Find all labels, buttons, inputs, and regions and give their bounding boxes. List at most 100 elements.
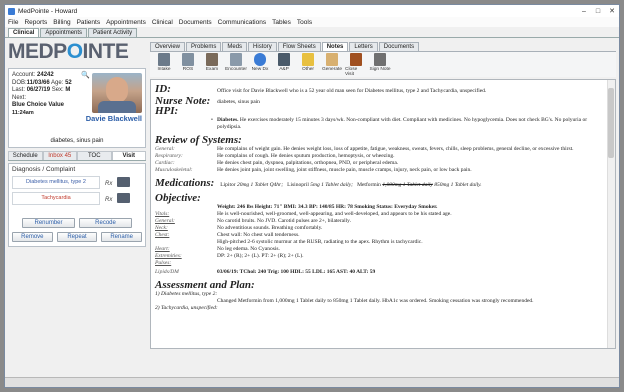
tab-patient-activity[interactable]: Patient Activity <box>88 28 138 37</box>
close-icon[interactable]: ✕ <box>605 7 619 15</box>
intake-button[interactable]: Intake <box>153 53 175 72</box>
remove-button[interactable]: Remove <box>12 232 53 242</box>
tab-appointments[interactable]: Appointments <box>40 28 88 37</box>
menu-tools[interactable]: Tools <box>297 19 312 26</box>
menu-billing[interactable]: Billing <box>53 19 70 26</box>
objective-row: High-pitched 2-6 systolic murmur at the … <box>217 239 423 245</box>
medpointe-logo: MEDPOINTE <box>8 40 129 63</box>
age-value: 52 <box>65 79 72 86</box>
app-icon <box>8 7 15 15</box>
minimize-icon[interactable]: – <box>577 8 591 15</box>
tab-clinical[interactable]: Clinical <box>8 28 40 37</box>
patient-name[interactable]: Davie Blackwell <box>86 115 142 123</box>
tab-inbox[interactable]: Inbox 45 <box>42 151 77 160</box>
objective-heading: Objective: <box>155 192 201 204</box>
appointment-time: 11:24am <box>12 109 34 116</box>
encounter-button[interactable]: Encounter <box>225 53 247 72</box>
ros-button[interactable]: ROS <box>177 53 199 72</box>
new-dx-icon <box>254 53 266 66</box>
patient-card: Account: 24242 🔍 DOB:11/03/66 Age: 52 La… <box>8 68 146 148</box>
ros-row: General: He complains of weight gain. He … <box>155 146 574 152</box>
exam-icon <box>206 53 218 66</box>
menu-reports[interactable]: Reports <box>24 19 47 26</box>
maximize-icon[interactable]: □ <box>591 8 605 15</box>
printer-icon[interactable] <box>117 193 130 203</box>
ros-row: Respiratory: He complains of cough. He de… <box>155 153 395 159</box>
tab-meds[interactable]: Meds <box>222 42 248 51</box>
button-row-2: Remove Repeat Rename <box>12 232 143 242</box>
objective-row: Heart: No leg edema. No Cyanosis. <box>155 246 280 252</box>
menu-documents[interactable]: Documents <box>179 19 212 26</box>
menu-patients[interactable]: Patients <box>77 19 101 26</box>
right-panel: Overview Problems Meds History Flow Shee… <box>150 40 616 350</box>
search-icon[interactable]: 🔍 <box>81 72 90 80</box>
menu-appointments[interactable]: Appointments <box>106 19 146 26</box>
account-number: 24242 <box>37 72 54 78</box>
recode-button[interactable]: Recode <box>79 218 132 228</box>
ros-row: Musculoskeletal: He denies joint pain, jo… <box>155 167 472 173</box>
menu-clinical[interactable]: Clinical <box>152 19 173 26</box>
tab-toc[interactable]: TOC <box>77 151 112 160</box>
rx-icon[interactable]: Rx <box>105 179 112 190</box>
plan-item: 2) Tachycardia, unspecified: <box>155 305 218 311</box>
ros-row: Cardiac: He denies chest pain, dyspnea, p… <box>155 160 399 166</box>
assessment-plan-heading: Assessment and Plan: <box>155 279 255 291</box>
tab-documents[interactable]: Documents <box>378 42 420 51</box>
app-window: MedPointe - Howard – □ ✕ File Reports Bi… <box>4 4 620 388</box>
printer-icon[interactable] <box>117 177 130 187</box>
medications-list: Lipitor 20mg 1 Tablet Q4hr; Lisinopril 5… <box>220 182 482 188</box>
patient-photo <box>92 73 142 113</box>
left-tabs: Schedule Inbox 45 TOC Visit <box>8 151 146 161</box>
tab-letters[interactable]: Letters <box>349 42 378 51</box>
status-bar <box>5 377 619 387</box>
plan-item: 1) Diabetes mellitus, type 2: <box>155 291 218 297</box>
tab-visit[interactable]: Visit <box>111 151 146 160</box>
close-visit-button[interactable]: Close Visit <box>345 53 367 77</box>
encounter-icon <box>230 53 242 66</box>
hpi-bullet: Diabetes. He exercises moderately 15 min… <box>155 117 601 131</box>
medications-heading: Medications: <box>155 177 215 189</box>
ros-heading: Review of Systems: <box>155 134 242 146</box>
title-bar: MedPointe - Howard – □ ✕ <box>5 5 619 17</box>
tab-history[interactable]: History <box>248 42 277 51</box>
dob-value: 11/03/66 <box>26 79 50 86</box>
close-visit-icon <box>350 53 362 66</box>
menu-tables[interactable]: Tables <box>272 19 291 26</box>
generate-icon <box>326 53 338 66</box>
objective-row: Pulses: <box>155 260 172 266</box>
tab-flow-sheets[interactable]: Flow Sheets <box>277 42 321 51</box>
rx-icon[interactable]: Rx <box>105 195 112 206</box>
generate-button[interactable]: Generate <box>321 53 343 72</box>
tab-overview[interactable]: Overview <box>150 42 186 51</box>
last-visit-value: 06/27/19 <box>26 87 51 93</box>
menu-communications[interactable]: Communications <box>218 19 266 26</box>
repeat-button[interactable]: Repeat <box>56 232 98 242</box>
exam-button[interactable]: Exam <box>201 53 223 72</box>
nurse-note-text: diabetes, sinus pain <box>217 99 260 105</box>
tab-schedule[interactable]: Schedule <box>8 151 43 160</box>
clinical-note[interactable]: ID: Office visit for Davie Blackwell who … <box>150 79 616 349</box>
tab-notes[interactable]: Notes <box>321 42 349 51</box>
ap-icon <box>278 53 290 66</box>
sign-note-button[interactable]: Sign Note <box>369 53 391 72</box>
lipids-row: Lipids/DM 03/06/19: TChol: 240 Trig: 100 … <box>155 269 376 275</box>
objective-row: General: No carotid bruits. No JVD. Carot… <box>155 218 351 224</box>
next-label: Next: <box>12 94 27 101</box>
new-dx-button[interactable]: New Dx <box>249 53 271 72</box>
ap-button[interactable]: A&P <box>273 53 295 72</box>
other-icon <box>302 53 314 66</box>
top-tabs: Clinical Appointments Patient Activity <box>5 27 619 38</box>
left-panel: MEDPOINTE Account: 24242 🔍 DOB:11/03/66 … <box>8 40 146 346</box>
rename-button[interactable]: Rename <box>101 232 143 242</box>
scroll-thumb[interactable] <box>608 88 614 158</box>
id-heading: ID: <box>155 83 171 95</box>
tab-problems[interactable]: Problems <box>186 42 222 51</box>
other-button[interactable]: Other <box>297 53 319 72</box>
diagnosis-item[interactable]: Diabetes mellitus, type 2 Rx <box>12 176 130 189</box>
diagnosis-item[interactable]: Tachycardia Rx <box>12 192 130 205</box>
menu-file[interactable]: File <box>8 19 18 26</box>
renumber-button[interactable]: Renumber <box>22 218 75 228</box>
scrollbar[interactable] <box>607 80 615 348</box>
diagnosis-heading: Diagnosis / Complaint <box>12 166 76 173</box>
vitals-row: Weight: 246 lbs Height: 71" BMI: 34.3 BP… <box>217 204 438 210</box>
